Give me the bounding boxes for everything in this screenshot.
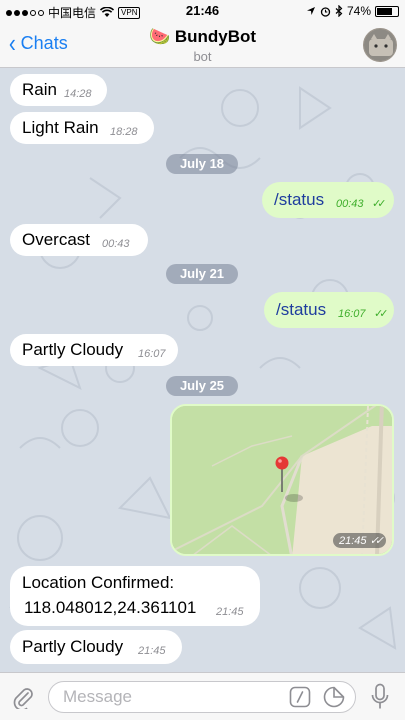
battery-percent: 74% — [346, 4, 371, 18]
bot-avatar[interactable] — [363, 28, 397, 62]
incoming-message[interactable]: Rain 14:28 — [10, 74, 107, 106]
outgoing-message[interactable]: /status 16:07 ✓✓ — [264, 292, 394, 328]
message-time: 18:28 — [110, 126, 138, 138]
message-text: /status — [276, 300, 327, 319]
status-right: 74% — [306, 4, 399, 18]
location-pin-icon — [275, 456, 289, 492]
bluetooth-icon — [335, 5, 343, 17]
input-bar — [0, 672, 405, 720]
message-time-overlay: 21:45 ✓✓ — [332, 533, 386, 548]
message-time: 00:43 — [336, 198, 364, 210]
message-field[interactable] — [48, 681, 356, 713]
location-arrow-icon — [306, 7, 315, 15]
message-time: 21:45 — [138, 645, 166, 657]
battery-icon — [375, 5, 399, 17]
message-text: Light Rain — [22, 118, 99, 137]
message-time: 16:07 — [138, 348, 166, 360]
message-text: Rain — [22, 80, 57, 99]
message-time: 00:43 — [102, 238, 130, 250]
read-checks-icon: ✓✓ — [374, 308, 389, 320]
nav-bar: ‹ Chats 🍉 BundyBot bot — [0, 22, 405, 68]
alarm-icon — [320, 6, 331, 17]
incoming-message[interactable]: Location Confirmed: 118.048012,24.361101… — [10, 566, 260, 626]
read-checks-icon: ✓✓ — [372, 198, 387, 210]
message-text: /status — [274, 190, 325, 209]
chat-area[interactable]: Rain 14:28 Light Rain 18:28 July 18 /sta… — [0, 68, 405, 672]
date-divider: July 21 — [166, 264, 238, 284]
command-icon[interactable] — [289, 686, 311, 708]
message-input[interactable] — [63, 687, 283, 707]
incoming-message[interactable]: Partly Cloudy 16:07 — [10, 334, 178, 366]
incoming-message[interactable]: Light Rain 18:28 — [10, 112, 154, 144]
date-divider: July 18 — [166, 154, 238, 174]
chat-title[interactable]: 🍉 BundyBot — [0, 27, 405, 47]
read-checks-icon: ✓✓ — [369, 535, 385, 547]
status-bar: 中国电信 VPN 21:46 74% — [0, 0, 405, 22]
incoming-message[interactable]: Overcast 00:43 — [10, 224, 148, 256]
message-time: 21:45 — [338, 535, 367, 547]
message-text: Partly Cloudy — [22, 637, 124, 656]
chat-subtitle: bot — [193, 49, 212, 64]
sticker-icon[interactable] — [323, 686, 345, 708]
message-time: 21:45 — [216, 606, 244, 618]
location-map[interactable]: 21:45 ✓✓ — [170, 404, 394, 556]
date-divider: July 25 — [166, 376, 238, 396]
attach-icon[interactable] — [12, 685, 34, 709]
message-text: Overcast — [22, 230, 91, 249]
message-text-coordinates: 118.048012,24.361101 — [24, 598, 197, 617]
microphone-icon[interactable] — [370, 683, 390, 711]
message-text: Location Confirmed: — [22, 573, 175, 592]
message-time: 14:28 — [64, 88, 92, 100]
incoming-message[interactable]: Partly Cloudy 21:45 — [10, 630, 182, 664]
message-text: Partly Cloudy — [22, 340, 124, 359]
outgoing-message[interactable]: /status 00:43 ✓✓ — [262, 182, 394, 218]
message-time: 16:07 — [338, 308, 366, 320]
